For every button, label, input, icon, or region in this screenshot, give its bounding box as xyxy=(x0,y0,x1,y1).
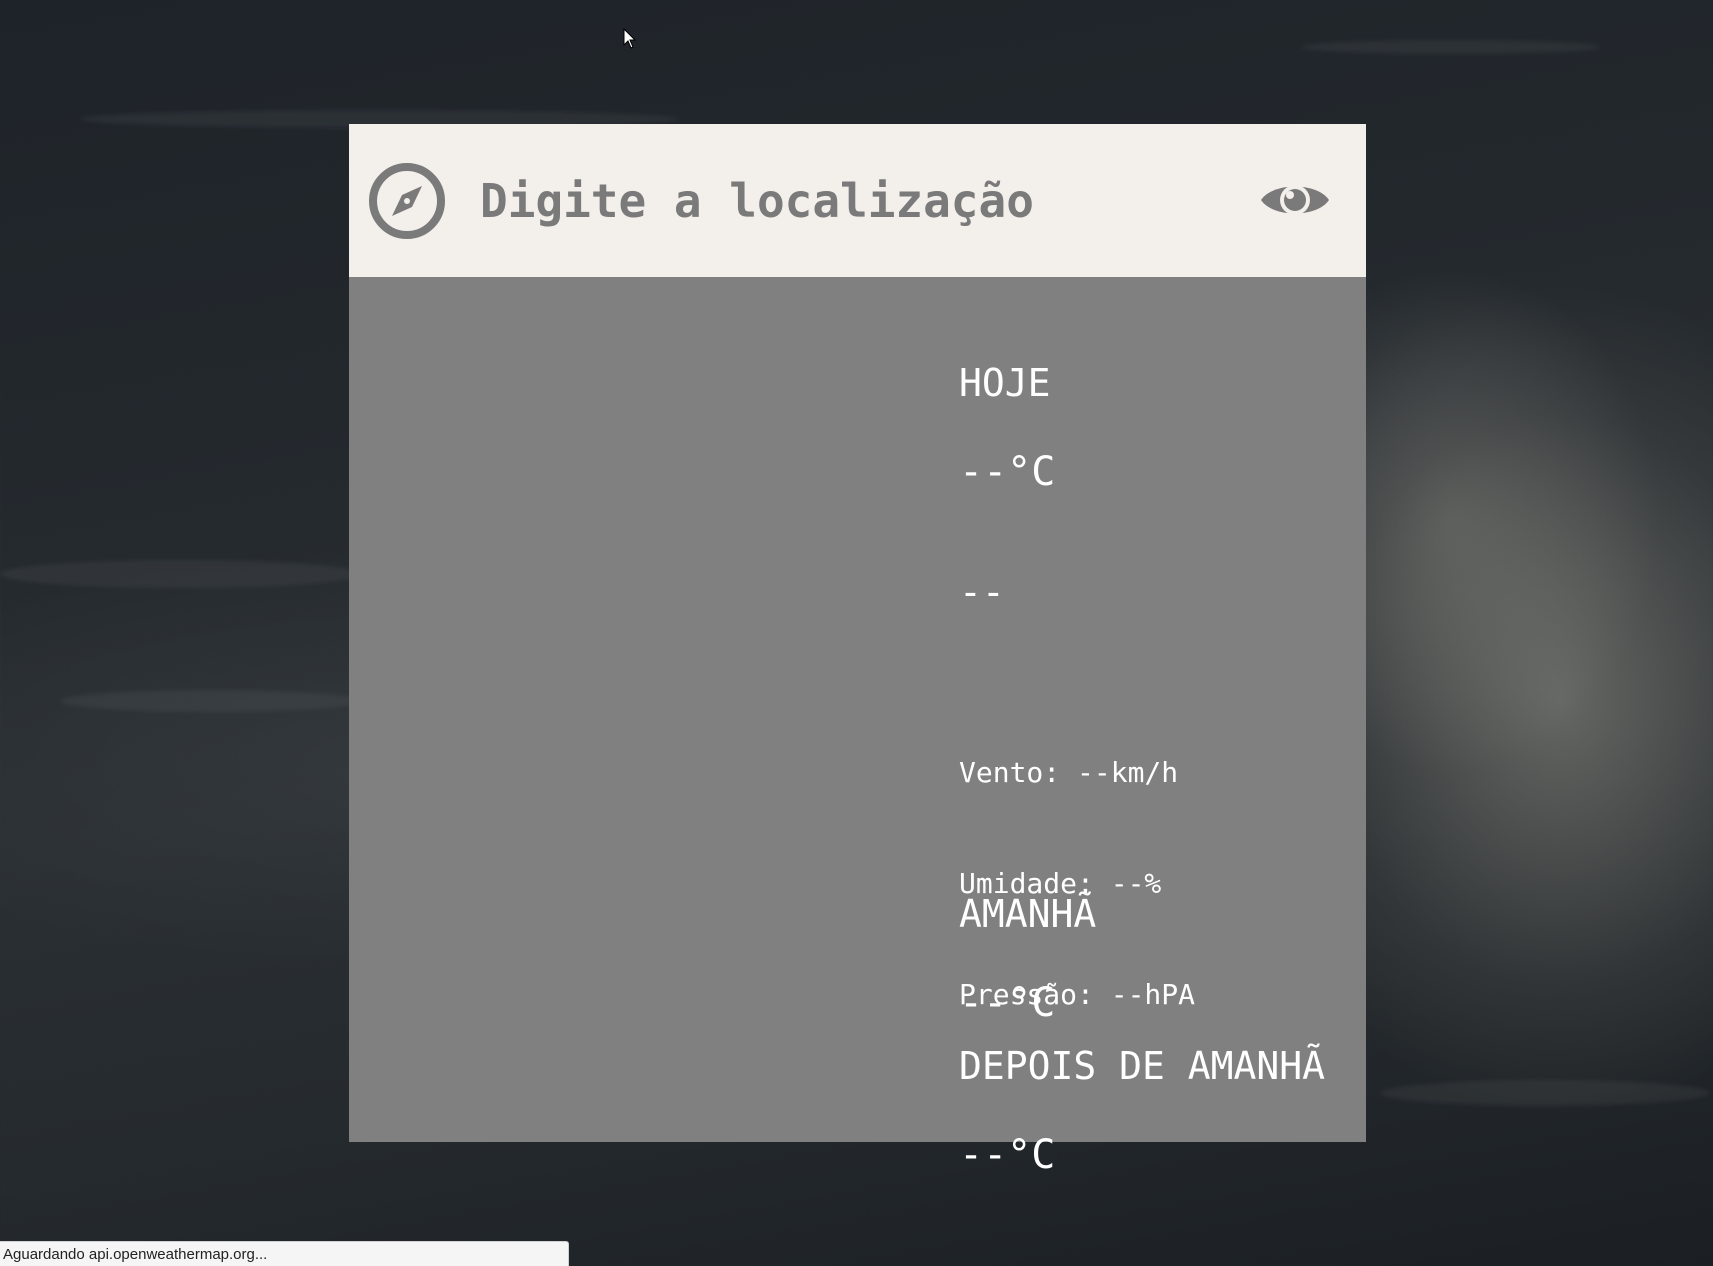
today-label: HOJE xyxy=(959,361,1051,405)
tomorrow-label: AMANHÃ xyxy=(959,892,1097,936)
background-wave xyxy=(1380,1080,1710,1106)
weather-widget: HOJE --°C -- Vento: --km/h Umidade: --% … xyxy=(349,124,1366,1178)
today-temperature: --°C xyxy=(959,449,1056,495)
background-wave xyxy=(0,560,360,588)
mouse-cursor-icon xyxy=(623,28,637,49)
browser-status-bar: Aguardando api.openweathermap.org... xyxy=(0,1241,569,1266)
after-tomorrow-label: DEPOIS DE AMANHÃ xyxy=(959,1044,1326,1088)
after-tomorrow-section: DEPOIS DE AMANHÃ --°C xyxy=(959,1003,1325,1219)
after-tomorrow-temperature: --°C xyxy=(959,1132,1056,1178)
eye-icon[interactable] xyxy=(1259,176,1331,224)
background-wave xyxy=(60,690,360,712)
desktop-background: { "search": { "placeholder": "Digite a l… xyxy=(0,0,1713,1266)
wind-value: Vento: --km/h xyxy=(959,756,1179,789)
compass-icon[interactable] xyxy=(368,162,446,240)
today-description: -- xyxy=(959,570,1005,614)
location-input[interactable] xyxy=(476,168,1260,234)
background-wave xyxy=(1300,40,1600,54)
search-header xyxy=(349,124,1366,277)
